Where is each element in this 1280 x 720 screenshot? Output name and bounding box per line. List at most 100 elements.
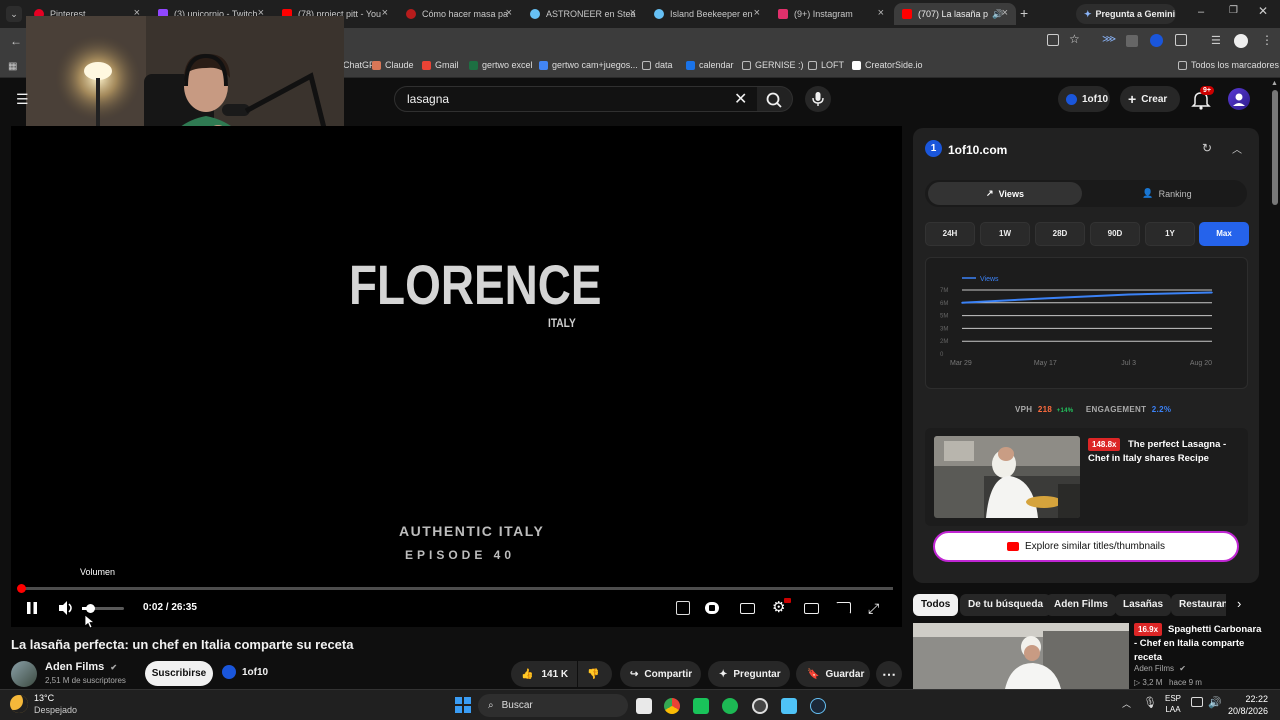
voice-search-button[interactable] [805, 86, 831, 112]
pause-button[interactable] [24, 601, 40, 615]
green-app-taskbar-icon[interactable] [693, 698, 709, 714]
bookmark-loft[interactable]: LOFT [808, 60, 844, 70]
explore-similar-button[interactable]: Explore similar titles/thumbnails [933, 531, 1239, 562]
steam-taskbar-icon[interactable] [810, 698, 826, 714]
chip-aden-films[interactable]: Aden Films [1046, 594, 1116, 616]
scroll-up-arrow-icon[interactable]: ▲ [1271, 80, 1278, 87]
sponsor-skip-icon[interactable] [676, 601, 690, 615]
tab-ranking[interactable]: 👤 Ranking [1090, 182, 1244, 205]
refresh-icon[interactable]: ↻ [1202, 141, 1212, 155]
bookmark-gmail[interactable]: Gmail [422, 60, 459, 70]
save-button[interactable]: 🔖 Guardar [796, 661, 870, 687]
new-tab-button[interactable]: + [1020, 5, 1028, 21]
miniplayer-icon[interactable] [804, 603, 819, 614]
task-view-icon[interactable] [636, 698, 652, 714]
video-player[interactable]: FLORENCE ITALY AUTHENTIC ITALY EPISODE 4… [11, 126, 902, 629]
reading-list-icon[interactable]: ☰ [1211, 34, 1221, 47]
bookmark-data[interactable]: data [642, 60, 673, 70]
search-box[interactable] [394, 86, 758, 112]
fullscreen-icon[interactable]: ⤢ [868, 600, 879, 617]
tab-search-icon[interactable]: ⌄ [6, 6, 22, 22]
windows-start-icon[interactable] [455, 697, 471, 713]
chip-restaurantes[interactable]: Restaurantes [1171, 594, 1226, 616]
oneof10-header-button[interactable]: 1of10 [1058, 86, 1110, 112]
oneof10-extension-icon[interactable] [1150, 34, 1163, 47]
bookmark-gernise[interactable]: GERNISE :) [742, 60, 804, 70]
channel-avatar[interactable] [11, 661, 37, 687]
browser-menu-icon[interactable]: ⋮ [1261, 33, 1273, 47]
notifications-button[interactable]: 9+ [1190, 86, 1214, 111]
page-scrollbar[interactable] [1272, 90, 1278, 205]
chip-todos[interactable]: Todos [913, 594, 959, 616]
chips-next-arrow-icon[interactable]: › [1237, 596, 1241, 611]
range-1w[interactable]: 1W [980, 222, 1030, 246]
search-input[interactable] [407, 92, 727, 106]
language-indicator[interactable]: ESP LAA [1165, 693, 1181, 715]
tab-lasagna-active[interactable]: (707) La lasaña p 🔊 × [894, 3, 1016, 25]
outlier-thumbnail[interactable] [934, 436, 1080, 518]
range-28d[interactable]: 28D [1035, 222, 1085, 246]
extension-icon-1[interactable]: ⋙ [1102, 34, 1116, 46]
progress-scrubber[interactable] [17, 584, 27, 593]
tray-chevron-icon[interactable]: ︿ [1122, 697, 1131, 710]
ask-button[interactable]: ✦ Preguntar [708, 661, 790, 687]
close-tab-icon[interactable]: × [1002, 7, 1008, 19]
progress-track[interactable] [17, 584, 893, 593]
range-max[interactable]: Max [1199, 222, 1249, 246]
chrome-taskbar-icon[interactable] [664, 698, 680, 714]
all-bookmarks-folder[interactable]: Todos los marcadores [1178, 60, 1279, 70]
dislike-button[interactable]: 👎 [578, 661, 612, 687]
outlier-title[interactable]: The perfect Lasagna - Chef in Italy shar… [1088, 438, 1238, 466]
close-tab-icon[interactable]: × [630, 7, 636, 19]
notepad-taskbar-icon[interactable] [781, 698, 797, 714]
close-tab-icon[interactable]: × [506, 7, 512, 19]
bookmark-calendar[interactable]: calendar [686, 60, 734, 70]
tab-astroneer-steam[interactable]: ASTRONEER en Stea × [522, 3, 644, 25]
create-button[interactable]: + Crear [1120, 86, 1180, 112]
close-tab-icon[interactable]: × [754, 7, 760, 19]
related-thumbnail[interactable] [913, 623, 1129, 689]
bookmark-star-icon[interactable]: ☆ [1069, 32, 1080, 46]
volume-knob[interactable] [86, 604, 96, 613]
volume-slider[interactable] [82, 604, 124, 613]
search-button[interactable] [757, 86, 793, 112]
bookmark-gertwo-cam[interactable]: gertwo cam+juegos... [539, 60, 638, 70]
bookmark-claude[interactable]: Claude [372, 60, 414, 70]
network-icon[interactable] [1191, 697, 1203, 707]
mute-button[interactable] [57, 600, 75, 616]
close-window-icon[interactable]: ✕ [1258, 4, 1268, 18]
close-tab-icon[interactable]: × [382, 7, 388, 19]
subtitles-icon[interactable] [740, 603, 755, 614]
range-1y[interactable]: 1Y [1145, 222, 1195, 246]
install-app-icon[interactable] [1047, 34, 1059, 46]
bookmark-creatorside[interactable]: CreatorSide.io [852, 60, 923, 70]
tab-instagram[interactable]: (9+) Instagram × [770, 3, 892, 25]
microphone-tray-icon[interactable]: 🎙 [1143, 696, 1157, 709]
chip-de-tu-busqueda[interactable]: De tu búsqueda [960, 594, 1052, 616]
hamburger-menu-icon[interactable]: ☰ [16, 91, 29, 108]
channel-name[interactable]: Aden Films ✔ [45, 661, 117, 673]
oneof10-channel-button[interactable]: 1of10 [222, 665, 268, 679]
subscribe-button[interactable]: Suscribirse [145, 661, 213, 686]
extension-icon-2[interactable] [1126, 35, 1138, 47]
autoplay-toggle[interactable] [705, 602, 719, 614]
clock[interactable]: 22:22 20/8/2026 [1226, 693, 1268, 717]
cast-icon[interactable] [836, 602, 851, 614]
related-channel[interactable]: Aden Films ✔ [1134, 664, 1186, 673]
profile-avatar-icon[interactable] [1234, 34, 1248, 48]
more-actions-button[interactable]: ⋯ [876, 661, 902, 687]
maximize-window-icon[interactable]: ❐ [1229, 5, 1238, 16]
chip-lasanas[interactable]: Lasañas [1115, 594, 1172, 616]
range-24h[interactable]: 24H [925, 222, 975, 246]
tab-island-beekeeper-steam[interactable]: Island Beekeeper en × [646, 3, 768, 25]
tab-views[interactable]: ↗ Views [928, 182, 1082, 205]
minimize-window-icon[interactable]: – [1198, 6, 1204, 18]
tab-masa[interactable]: Cómo hacer masa pa × [398, 3, 520, 25]
account-avatar[interactable] [1228, 88, 1250, 110]
back-arrow-icon[interactable]: ← [10, 34, 22, 48]
speaker-tray-icon[interactable]: 🔊 [1208, 696, 1222, 709]
clear-search-icon[interactable]: ✕ [734, 89, 747, 109]
apps-grid-icon[interactable]: ▦ [8, 61, 17, 72]
spotify-taskbar-icon[interactable] [722, 698, 738, 714]
taskbar-search-box[interactable]: ⌕ Buscar [478, 694, 628, 717]
